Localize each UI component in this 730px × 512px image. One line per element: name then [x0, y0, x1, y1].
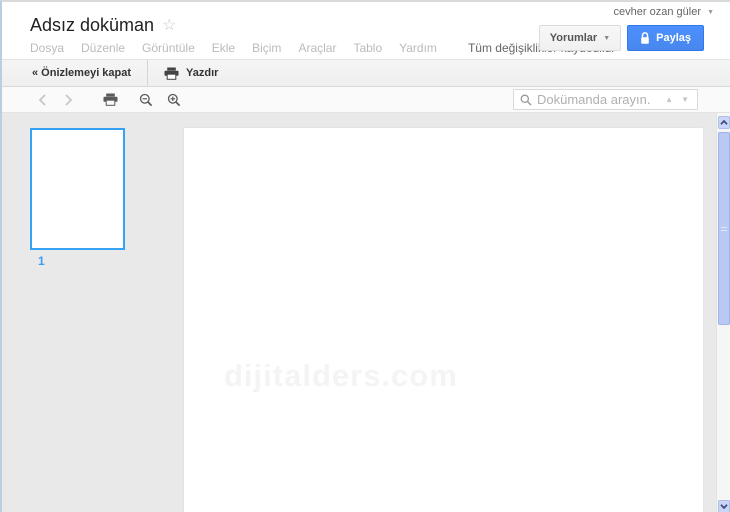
- star-icon[interactable]: ☆: [162, 17, 176, 34]
- user-name: cevher ozan güler: [613, 6, 701, 18]
- close-preview-button[interactable]: « Önizlemeyi kapat: [2, 60, 147, 86]
- print-button[interactable]: Yazdır: [148, 60, 234, 86]
- docs-print-preview-window: cevher ozan güler ▼ Adsız doküman ☆ Dosy…: [0, 0, 730, 512]
- share-button-label: Paylaş: [656, 32, 691, 44]
- zoom-out-button[interactable]: [134, 89, 158, 111]
- menu-tools[interactable]: Araçlar: [298, 41, 336, 55]
- print-zoom-group: [98, 89, 186, 111]
- search-input[interactable]: [537, 92, 662, 107]
- account-menu[interactable]: cevher ozan güler ▼: [614, 6, 714, 18]
- page-nav-group: [30, 89, 80, 111]
- chevron-down-icon: ▼: [707, 9, 714, 16]
- search-previous-icon[interactable]: ▲: [661, 95, 677, 104]
- document-search-box: ▲ ▼: [513, 89, 698, 110]
- scrollbar-grip: [721, 226, 727, 231]
- header: cevher ozan güler ▼ Adsız doküman ☆ Dosy…: [2, 2, 730, 59]
- menu-insert[interactable]: Ekle: [212, 41, 235, 55]
- menu-format[interactable]: Biçim: [252, 41, 281, 55]
- header-buttons: Yorumlar ▼ Paylaş: [538, 25, 704, 51]
- page-thumbnail[interactable]: [30, 128, 125, 250]
- comments-button-label: Yorumlar: [549, 32, 598, 44]
- chevron-down-icon: ▼: [603, 34, 611, 42]
- menu-file[interactable]: Dosya: [30, 41, 64, 55]
- share-button[interactable]: Paylaş: [627, 25, 704, 51]
- document-title[interactable]: Adsız doküman: [30, 15, 154, 36]
- search-icon: [520, 94, 532, 106]
- scroll-up-button[interactable]: [718, 116, 730, 129]
- menu-edit[interactable]: Düzenle: [81, 41, 125, 55]
- next-page-button[interactable]: [56, 89, 80, 111]
- menubar: Dosya Düzenle Görüntüle Ekle Biçim Araçl…: [30, 41, 614, 55]
- lock-icon: [640, 31, 650, 45]
- preview-action-bar: « Önizlemeyi kapat Yazdır: [2, 59, 730, 87]
- scroll-down-button[interactable]: [718, 500, 730, 512]
- watermark-text: dijitalders.com: [224, 358, 458, 393]
- previous-page-button[interactable]: [30, 89, 54, 111]
- zoom-in-button[interactable]: [162, 89, 186, 111]
- menu-table[interactable]: Tablo: [353, 41, 382, 55]
- printer-icon: [164, 67, 179, 80]
- comments-button[interactable]: Yorumlar ▼: [538, 25, 622, 51]
- scrollbar-thumb[interactable]: [718, 132, 730, 325]
- menu-view[interactable]: Görüntüle: [142, 41, 195, 55]
- preview-area: 1 dijitalders.com: [2, 113, 730, 512]
- vertical-scrollbar[interactable]: [716, 113, 730, 512]
- printer-icon-button[interactable]: [98, 89, 122, 111]
- print-toolbar: ▲ ▼: [2, 87, 730, 113]
- page-number: 1: [38, 254, 45, 268]
- print-button-label: Yazdır: [186, 67, 219, 79]
- search-next-icon[interactable]: ▼: [677, 95, 693, 104]
- document-page: dijitalders.com: [184, 128, 703, 512]
- menu-help[interactable]: Yardım: [399, 41, 437, 55]
- title-row: Adsız doküman ☆: [30, 15, 176, 36]
